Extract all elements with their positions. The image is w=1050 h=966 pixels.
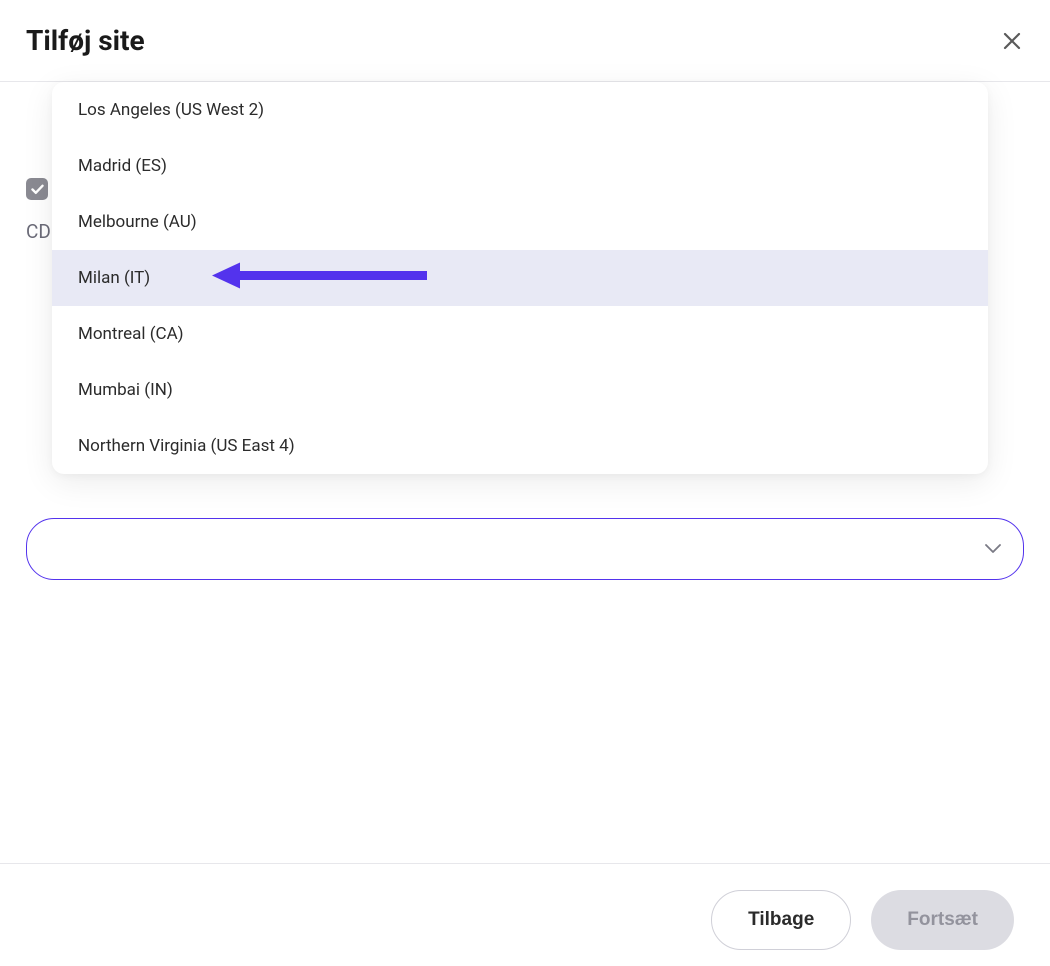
check-icon	[31, 184, 44, 195]
back-button[interactable]: Tilbage	[711, 890, 851, 950]
chevron-down-icon	[985, 544, 1001, 554]
close-button[interactable]	[1000, 29, 1024, 53]
cdn-checkbox[interactable]	[26, 178, 48, 200]
modal-title: Tilføj site	[26, 24, 145, 57]
modal-content: Los Angeles (US West 2) Madrid (ES) Melb…	[0, 82, 1050, 250]
dropdown-option-northern-virginia[interactable]: Northern Virginia (US East 4)	[52, 418, 988, 474]
dropdown-option-montreal[interactable]: Montreal (CA)	[52, 306, 988, 362]
dropdown-option-melbourne[interactable]: Melbourne (AU)	[52, 194, 988, 250]
modal-footer: Tilbage Fortsæt	[0, 863, 1050, 966]
dropdown-option-los-angeles[interactable]: Los Angeles (US West 2)	[52, 82, 988, 138]
datacenter-select[interactable]	[26, 518, 1024, 580]
dropdown-option-milan[interactable]: Milan (IT)	[52, 250, 988, 306]
dropdown-option-madrid[interactable]: Madrid (ES)	[52, 138, 988, 194]
close-icon	[1003, 32, 1021, 50]
dropdown-option-mumbai[interactable]: Mumbai (IN)	[52, 362, 988, 418]
datacenter-dropdown-panel: Los Angeles (US West 2) Madrid (ES) Melb…	[52, 82, 988, 474]
modal-header: Tilføj site	[0, 0, 1050, 82]
annotation-arrow-icon	[212, 261, 432, 296]
continue-button[interactable]: Fortsæt	[871, 890, 1014, 950]
dropdown-option-label: Milan (IT)	[78, 268, 150, 288]
